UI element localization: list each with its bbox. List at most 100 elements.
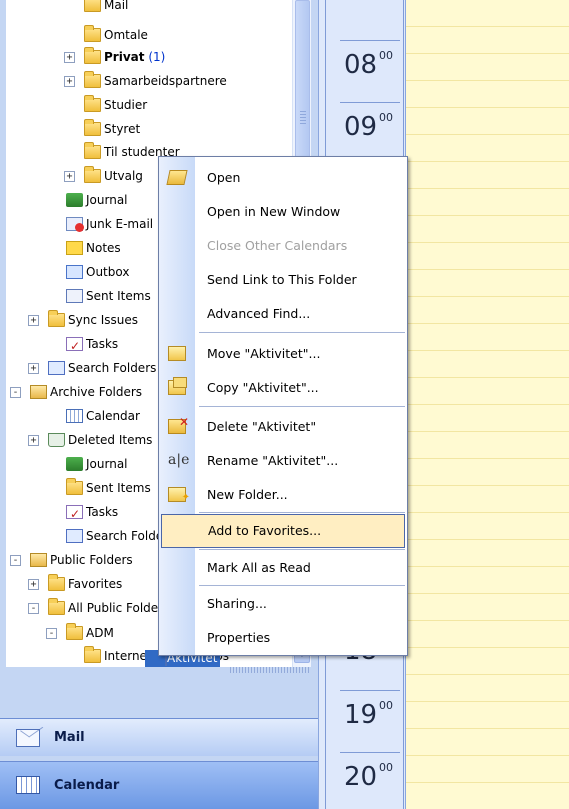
folder-sent-items[interactable]: Sent Items bbox=[66, 285, 151, 308]
folder-archive-folders[interactable]: Archive Folders bbox=[30, 381, 142, 404]
hour-divider bbox=[340, 102, 400, 103]
folder-mail[interactable]: Mail bbox=[84, 0, 128, 17]
outbox-icon bbox=[66, 265, 83, 279]
folder-privat[interactable]: Privat (1) bbox=[84, 46, 165, 69]
menu-rename[interactable]: a|e Rename "Aktivitet"... bbox=[159, 444, 407, 478]
delete-folder-icon bbox=[168, 405, 189, 439]
journal-icon bbox=[66, 193, 83, 207]
search-folder-icon bbox=[66, 529, 83, 543]
folder-icon bbox=[66, 478, 83, 495]
tasks-icon bbox=[66, 335, 83, 358]
folder-all-public-folders[interactable]: All Public Folders bbox=[48, 597, 169, 620]
expand-sync-issues-button[interactable]: + bbox=[28, 315, 39, 326]
expand-deleted-items-button[interactable]: + bbox=[28, 435, 39, 446]
folder-icon bbox=[84, 119, 101, 136]
menu-new-folder[interactable]: New Folder... bbox=[159, 478, 407, 515]
expand-utvalg-button[interactable]: + bbox=[64, 171, 75, 182]
folder-journal[interactable]: Journal bbox=[66, 189, 128, 212]
menu-separator bbox=[199, 332, 405, 333]
folder-calendar[interactable]: Calendar bbox=[66, 405, 140, 428]
expand-search-folders-button[interactable]: + bbox=[28, 363, 39, 374]
open-folder-icon bbox=[166, 170, 188, 185]
collapse-all-public-folders-button[interactable]: - bbox=[28, 603, 39, 614]
calendar-icon bbox=[66, 409, 83, 423]
nav-pane-resize-grip[interactable] bbox=[230, 667, 310, 673]
folder-outbox[interactable]: Outbox bbox=[66, 261, 129, 284]
public-folders-icon bbox=[30, 553, 47, 567]
hour-divider bbox=[340, 40, 400, 41]
folder-notes[interactable]: Notes bbox=[66, 237, 121, 260]
expand-samarbeidspartnere-button[interactable]: + bbox=[64, 76, 75, 87]
menu-delete[interactable]: Delete "Aktivitet" bbox=[159, 405, 407, 444]
folder-archive-journal[interactable]: Journal bbox=[66, 453, 128, 476]
menu-separator bbox=[199, 406, 405, 407]
menu-close-other-calendars[interactable]: Close Other Calendars bbox=[159, 229, 407, 263]
menu-add-to-favorites[interactable]: Add to Favorites... bbox=[161, 514, 405, 548]
menu-separator bbox=[199, 549, 405, 550]
folder-public-folders[interactable]: Public Folders bbox=[30, 549, 133, 572]
menu-properties[interactable]: Properties bbox=[159, 621, 407, 655]
folder-icon bbox=[66, 623, 83, 640]
hour-divider bbox=[340, 752, 400, 753]
folder-icon bbox=[84, 0, 101, 12]
folder-archive-tasks[interactable]: Tasks bbox=[66, 501, 118, 526]
folder-tasks[interactable]: Tasks bbox=[66, 333, 118, 358]
folder-omtale[interactable]: Omtale bbox=[84, 24, 148, 47]
folder-deleted-items[interactable]: Deleted Items bbox=[48, 429, 152, 452]
menu-mark-all-read[interactable]: Mark All as Read bbox=[159, 551, 407, 585]
collapse-adm-button[interactable]: - bbox=[46, 628, 57, 639]
menu-copy[interactable]: Copy "Aktivitet"... bbox=[159, 371, 407, 405]
folder-studier[interactable]: Studier bbox=[84, 94, 147, 117]
time-slot-20: 20 00 bbox=[344, 761, 393, 792]
menu-separator bbox=[199, 512, 405, 513]
copy-folder-icon bbox=[168, 377, 187, 395]
folder-icon bbox=[84, 142, 101, 159]
folder-context-menu: Open Open in New Window Close Other Cale… bbox=[158, 156, 408, 656]
folder-icon bbox=[48, 598, 65, 615]
folder-favorites[interactable]: Favorites bbox=[48, 573, 122, 596]
hour-divider bbox=[340, 690, 400, 691]
deleted-items-icon bbox=[48, 433, 65, 447]
archive-folder-icon bbox=[30, 385, 47, 399]
time-slot-19: 19 00 bbox=[344, 699, 393, 730]
menu-move[interactable]: Move "Aktivitet"... bbox=[159, 337, 407, 371]
menu-advanced-find[interactable]: Advanced Find... bbox=[159, 297, 407, 331]
folder-samarbeidspartnere[interactable]: Samarbeidspartnere bbox=[84, 70, 227, 93]
folder-junk-email[interactable]: Junk E-mail bbox=[66, 213, 153, 236]
expand-favorites-button[interactable]: + bbox=[28, 579, 39, 590]
nav-calendar-button[interactable]: Calendar bbox=[0, 761, 318, 809]
time-slot-08: 08 00 bbox=[344, 49, 393, 80]
folder-archive-sent-items[interactable]: Sent Items bbox=[66, 477, 151, 500]
menu-sharing[interactable]: Sharing... bbox=[159, 587, 407, 621]
folder-icon bbox=[48, 574, 65, 591]
menu-open[interactable]: Open bbox=[159, 161, 407, 195]
menu-separator bbox=[199, 585, 405, 586]
folder-icon bbox=[48, 310, 65, 327]
folder-utvalg[interactable]: Utvalg bbox=[84, 165, 143, 188]
calendar-day-grid[interactable] bbox=[405, 0, 569, 809]
tasks-icon bbox=[66, 503, 83, 526]
collapse-public-folders-button[interactable]: - bbox=[10, 555, 21, 566]
mail-envelope-icon bbox=[16, 729, 40, 747]
folder-adm[interactable]: ADM bbox=[66, 622, 114, 645]
folder-icon bbox=[84, 646, 101, 663]
rename-icon: a|e bbox=[168, 452, 190, 468]
calendar-icon bbox=[16, 776, 40, 794]
nav-mail-button[interactable]: Mail bbox=[0, 718, 318, 756]
move-folder-icon bbox=[168, 346, 186, 361]
folder-sync-issues[interactable]: Sync Issues bbox=[48, 309, 138, 332]
folder-icon bbox=[84, 166, 101, 183]
folder-icon bbox=[84, 71, 101, 88]
menu-open-new-window[interactable]: Open in New Window bbox=[159, 195, 407, 229]
folder-icon bbox=[84, 95, 101, 112]
folder-styret[interactable]: Styret bbox=[84, 118, 140, 141]
time-slot-partial: 07 bbox=[332, 0, 402, 28]
notes-icon bbox=[66, 241, 83, 255]
collapse-archive-folders-button[interactable]: - bbox=[10, 387, 21, 398]
expand-privat-button[interactable]: + bbox=[64, 52, 75, 63]
journal-icon bbox=[66, 457, 83, 471]
scrollbar-grip-icon bbox=[300, 111, 306, 125]
menu-send-link[interactable]: Send Link to This Folder bbox=[159, 263, 407, 297]
folder-search-folders[interactable]: Search Folders bbox=[48, 357, 156, 380]
search-folder-icon bbox=[48, 361, 65, 375]
